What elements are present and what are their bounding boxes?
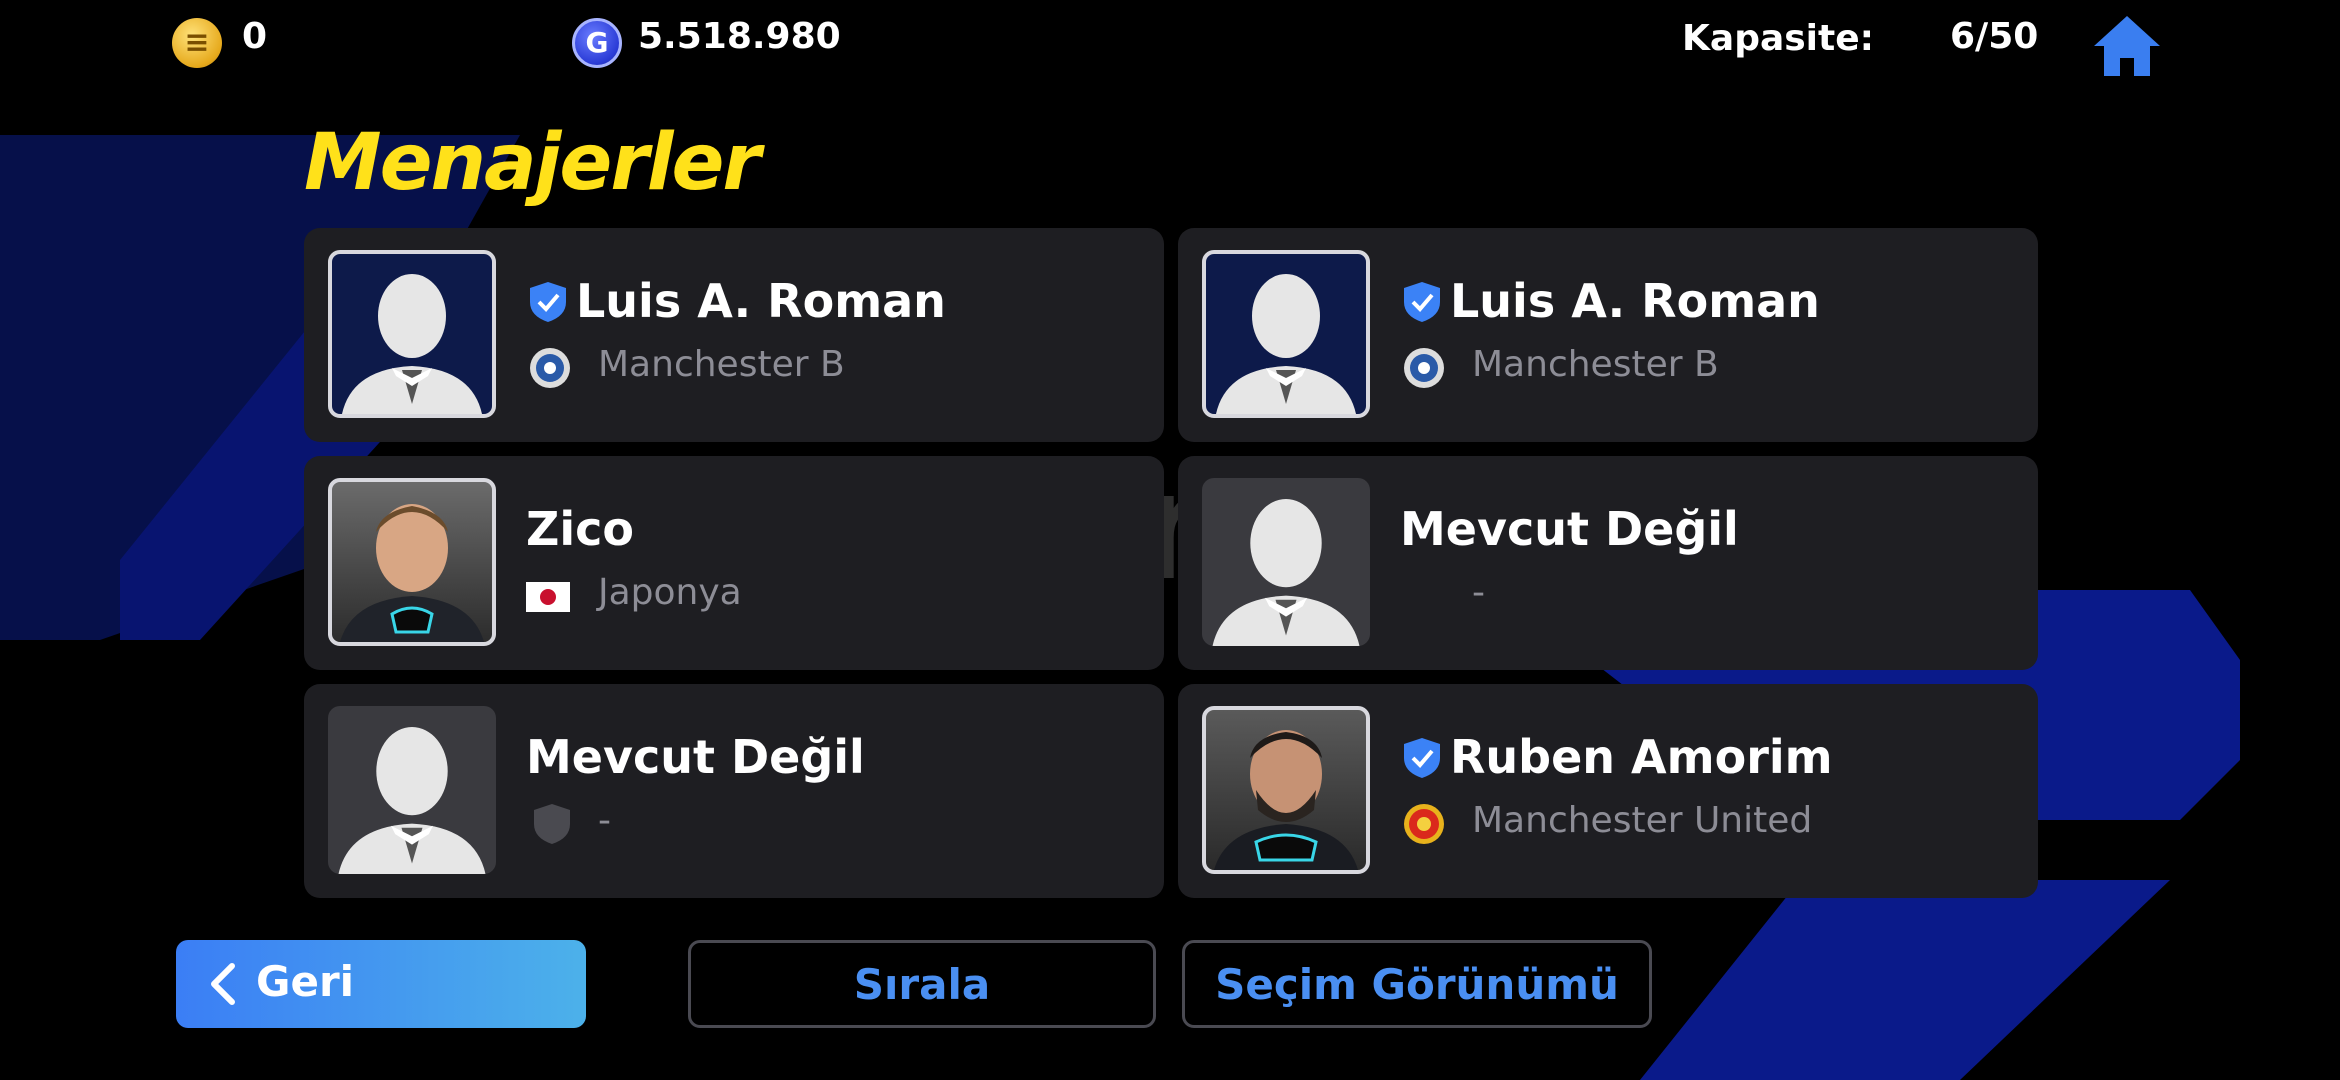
gp-value: 5.518.980	[638, 16, 841, 57]
manager-avatar	[328, 706, 496, 874]
sort-button[interactable]: Sırala	[688, 940, 1156, 1028]
manager-team: -	[1472, 572, 1485, 613]
japan-flag-icon	[526, 582, 570, 612]
manager-name: Zico	[526, 502, 634, 556]
manager-name: Luis A. Roman	[576, 274, 946, 328]
coins-value: 0	[242, 16, 268, 57]
selection-view-button[interactable]: Seçim Görünümü	[1182, 940, 1652, 1028]
manager-avatar	[1202, 478, 1370, 646]
manager-card[interactable]: Ruben Amorim Manchester United	[1178, 684, 2038, 898]
manager-name: Ruben Amorim	[1450, 730, 1833, 784]
back-button[interactable]: Geri	[176, 940, 586, 1028]
manager-team: Manchester United	[1472, 800, 1813, 841]
manchester-b-crest-icon	[530, 348, 570, 388]
manager-name: Luis A. Roman	[1450, 274, 1820, 328]
manager-team: -	[598, 800, 611, 841]
capacity-label: Kapasite:	[1682, 18, 1875, 59]
verified-badge-icon	[1404, 738, 1440, 778]
empty-shield-icon	[534, 804, 570, 844]
manchester-b-crest-icon	[1404, 348, 1444, 388]
manager-name: Mevcut Değil	[1400, 502, 1739, 556]
manager-avatar	[1202, 250, 1370, 418]
verified-badge-icon	[530, 282, 566, 322]
manager-avatar	[328, 250, 496, 418]
verified-badge-icon	[1404, 282, 1440, 322]
manager-card[interactable]: Zico Japonya	[304, 456, 1164, 670]
home-icon[interactable]	[2092, 14, 2162, 78]
back-button-label: Geri	[256, 957, 355, 1006]
manager-card[interactable]: Mevcut Değil -	[304, 684, 1164, 898]
manager-card[interactable]: Mevcut Değil -	[1178, 456, 2038, 670]
manager-team: Manchester B	[598, 344, 845, 385]
manager-card[interactable]: Luis A. Roman Manchester B	[1178, 228, 2038, 442]
manager-photo	[328, 478, 496, 646]
gp-coin-icon: G	[572, 18, 622, 68]
manager-card[interactable]: Luis A. Roman Manchester B	[304, 228, 1164, 442]
manager-team: Manchester B	[1472, 344, 1719, 385]
e-coin-icon: ≡	[172, 18, 222, 68]
manager-name: Mevcut Değil	[526, 730, 865, 784]
chevron-left-icon	[211, 963, 235, 1005]
page-title: Menajerler	[304, 118, 761, 208]
manager-photo	[1202, 706, 1370, 874]
manchester-united-crest-icon	[1404, 804, 1444, 844]
capacity-value: 6/50	[1950, 16, 2039, 57]
top-bar: ≡ 0 G 5.518.980 Kapasite: 6/50	[0, 0, 2340, 80]
manager-team: Japonya	[598, 572, 742, 613]
